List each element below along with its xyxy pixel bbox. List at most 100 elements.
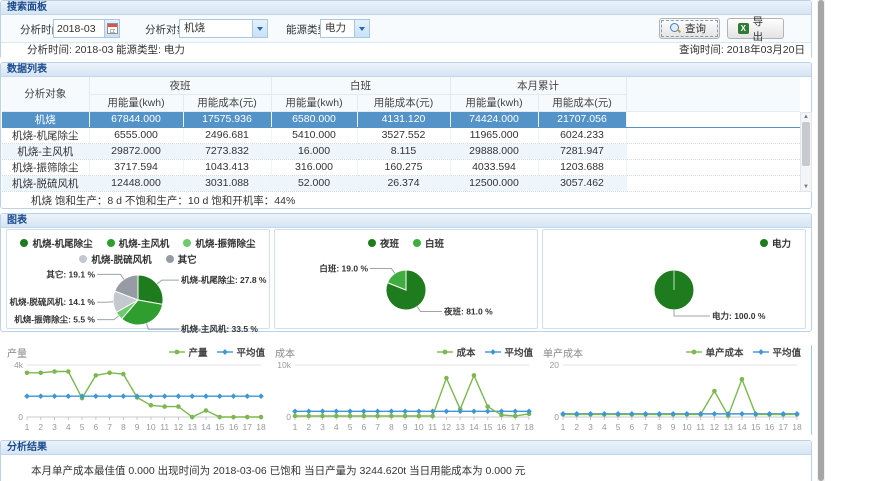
legend-item[interactable]: 单产成本 xyxy=(686,345,743,359)
avg-point xyxy=(203,393,209,399)
pie-chart-device: 机烧-机尾除尘机烧-主风机机烧-振筛除尘机烧-脱硫风机其它机烧-机尾除尘: 27… xyxy=(6,229,270,329)
legend-item[interactable]: 白班 xyxy=(413,236,444,250)
data-point[interactable] xyxy=(94,373,99,378)
pie-slice-label: 机烧-主风机: 33.5 % xyxy=(181,324,258,334)
data-point[interactable] xyxy=(66,369,71,374)
scroll-up-icon[interactable]: ▲ xyxy=(801,113,811,121)
page-scrollbar-thumb[interactable] xyxy=(818,0,824,481)
export-button[interactable]: X 导出 xyxy=(727,18,784,39)
legend-item[interactable]: 成本 xyxy=(437,345,475,359)
x-tick-label: 6 xyxy=(361,422,366,432)
summary-energy-type: 能源类型: 电力 xyxy=(116,43,185,58)
legend-label: 产量 xyxy=(188,345,207,359)
data-point[interactable] xyxy=(176,404,181,409)
cell-value: 160.275 xyxy=(357,159,450,175)
legend-item[interactable]: 产量 xyxy=(169,345,207,359)
data-point[interactable] xyxy=(485,404,490,409)
data-point[interactable] xyxy=(306,414,311,419)
combo-trigger[interactable] xyxy=(252,20,267,37)
table-row[interactable]: 机烧-振筛除尘3717.5941043.413316.000160.275403… xyxy=(2,159,800,175)
cell-value: 7281.947 xyxy=(538,143,626,159)
data-point[interactable] xyxy=(362,414,367,419)
data-point[interactable] xyxy=(472,373,477,378)
data-point[interactable] xyxy=(231,415,236,420)
data-point[interactable] xyxy=(348,414,353,419)
combo-trigger[interactable] xyxy=(354,20,369,37)
analysis-object-combo[interactable]: 机烧 xyxy=(179,19,268,38)
avg-point xyxy=(65,393,71,399)
analysis-time-input[interactable] xyxy=(54,20,104,37)
cell-value: 8.115 xyxy=(357,143,450,159)
data-point[interactable] xyxy=(149,403,154,408)
legend-item[interactable]: 机烧-主风机 xyxy=(107,236,170,250)
table-scrollbar-thumb[interactable] xyxy=(802,122,810,166)
legend-item[interactable]: 平均值 xyxy=(753,345,801,359)
legend-item[interactable]: 平均值 xyxy=(485,345,533,359)
scroll-down-icon[interactable]: ▼ xyxy=(801,183,811,191)
data-point[interactable] xyxy=(204,408,209,413)
cell-value: 29872.000 xyxy=(89,143,183,159)
cell-value: 6580.000 xyxy=(271,111,357,127)
avg-point xyxy=(712,411,718,417)
x-tick-label: 13 xyxy=(455,422,465,432)
data-point[interactable] xyxy=(417,414,422,419)
x-tick-label: 18 xyxy=(792,422,802,432)
data-point[interactable] xyxy=(121,372,126,377)
col-group-header: 白班 xyxy=(271,77,450,94)
legend-dot-icon xyxy=(760,239,768,247)
data-point[interactable] xyxy=(375,414,380,419)
data-point[interactable] xyxy=(513,414,518,419)
x-tick-label: 3 xyxy=(588,422,593,432)
data-point[interactable] xyxy=(245,415,250,420)
data-point[interactable] xyxy=(107,371,112,376)
energy-type-combo[interactable]: 电力 xyxy=(320,19,370,38)
data-point[interactable] xyxy=(38,371,43,376)
data-point[interactable] xyxy=(162,404,167,409)
legend-item[interactable]: 机烧-机尾除尘 xyxy=(20,236,92,250)
avg-point xyxy=(753,411,759,417)
data-point[interactable] xyxy=(25,371,30,376)
data-point[interactable] xyxy=(334,414,339,419)
data-point[interactable] xyxy=(52,369,57,374)
page-scrollbar[interactable] xyxy=(817,0,825,481)
table-scrollbar[interactable]: ▲ ▼ xyxy=(800,112,812,192)
legend-item[interactable]: 机烧-振筛除尘 xyxy=(183,236,255,250)
data-point[interactable] xyxy=(293,414,298,419)
table-row[interactable]: 机烧-脱硫风机12448.0003031.08852.00026.3741250… xyxy=(2,175,800,191)
data-point[interactable] xyxy=(259,415,264,420)
avg-point xyxy=(361,408,367,414)
legend-item[interactable]: 机烧-脱硫风机 xyxy=(79,252,151,266)
svg-text:0: 0 xyxy=(554,412,559,422)
avg-point xyxy=(375,408,381,414)
legend-item[interactable]: 其它 xyxy=(166,252,197,266)
data-point[interactable] xyxy=(740,377,745,382)
data-point[interactable] xyxy=(430,414,435,419)
table-row[interactable]: 机烧-机尾除尘6555.0002496.6815410.0003527.5521… xyxy=(2,127,800,143)
data-point[interactable] xyxy=(389,414,394,419)
avg-point xyxy=(588,411,594,417)
avg-point xyxy=(306,408,312,414)
legend-item[interactable]: 电力 xyxy=(760,236,791,250)
legend-item[interactable]: 夜班 xyxy=(368,236,399,250)
data-point[interactable] xyxy=(320,414,325,419)
table-row[interactable]: 机烧-主风机29872.0007273.83216.0008.11529888.… xyxy=(2,143,800,159)
pie-slice[interactable] xyxy=(138,275,163,304)
avg-point xyxy=(320,408,326,414)
cell-filler xyxy=(626,111,800,127)
calendar-trigger[interactable] xyxy=(104,20,119,37)
line-chart-header: 成本成本平均值 xyxy=(273,345,537,359)
table-row[interactable]: 机烧67844.00017575.9366580.0004131.1207442… xyxy=(2,111,800,127)
x-tick-label: 17 xyxy=(511,422,521,432)
legend-item[interactable]: 平均值 xyxy=(217,345,265,359)
query-button[interactable]: 查询 xyxy=(659,18,720,39)
data-point[interactable] xyxy=(712,389,717,394)
data-point[interactable] xyxy=(444,376,449,381)
avg-point xyxy=(657,411,663,417)
cell-value: 52.000 xyxy=(271,175,357,191)
data-point[interactable] xyxy=(217,415,222,420)
avg-point xyxy=(347,408,353,414)
search-icon xyxy=(670,23,681,34)
cell-object-name: 机烧-脱硫风机 xyxy=(2,175,89,191)
data-point[interactable] xyxy=(403,414,408,419)
data-point[interactable] xyxy=(190,415,195,420)
